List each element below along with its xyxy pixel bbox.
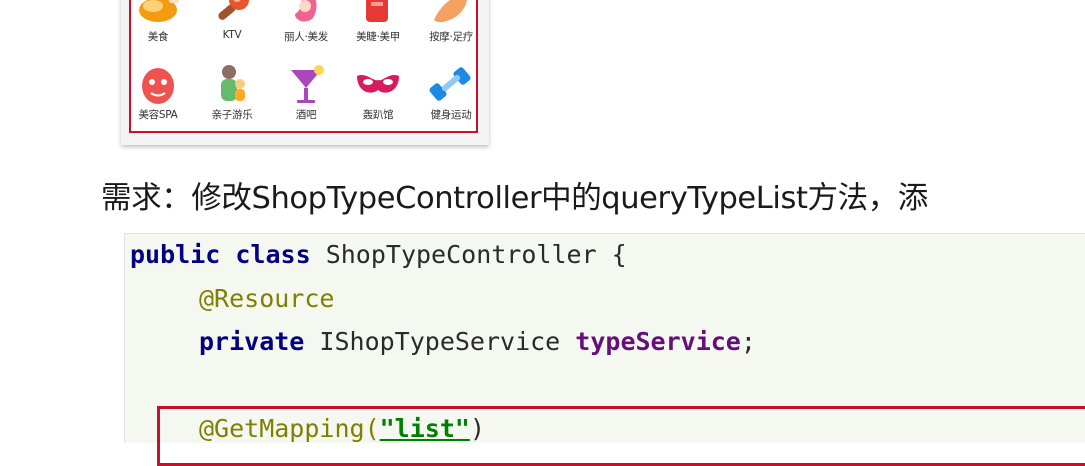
getmapping-annotation: @GetMapping( — [199, 414, 380, 443]
code-line-class-decl: public class ShopTypeController { — [130, 240, 627, 269]
category-item[interactable]: 美容SPA — [125, 62, 191, 122]
field-name: typeService — [575, 327, 741, 356]
category-label: 美食 — [147, 31, 169, 43]
category-label: 轰趴馆 — [362, 109, 394, 121]
parent-child-icon — [221, 65, 245, 101]
code-line-resource: @Resource — [199, 284, 334, 313]
field-type: IShopTypeService — [304, 327, 576, 356]
keyword-public: public — [130, 240, 221, 269]
code-line-getmapping: @GetMapping("list") — [199, 414, 485, 443]
category-label: 酒吧 — [295, 109, 317, 121]
category-item[interactable]: 亲子游乐 — [199, 62, 265, 122]
category-item[interactable]: 轰趴馆 — [345, 62, 411, 122]
microphone-icon — [218, 0, 249, 20]
category-item[interactable]: 健身运动 — [418, 62, 484, 122]
roast-chicken-icon — [139, 0, 179, 22]
category-label: 美容SPA — [138, 109, 178, 121]
category-item[interactable]: 美食 — [125, 0, 191, 44]
semicolon: ; — [740, 327, 756, 356]
category-item[interactable]: 按摩·足疗 — [418, 0, 484, 44]
category-label: 健身运动 — [430, 109, 472, 121]
cocktail-icon — [291, 65, 324, 103]
mapping-path-string: "list" — [379, 414, 470, 443]
category-item[interactable]: 美睫·美甲 — [345, 0, 411, 44]
resource-annotation: @Resource — [199, 284, 335, 313]
dumbbell-icon — [429, 67, 471, 101]
requirement-text: 需求：修改ShopTypeController中的queryTypeList方法… — [101, 181, 928, 216]
code-line-field: private IShopTypeService typeService; — [199, 327, 756, 356]
face-mask-icon — [142, 68, 174, 104]
category-label: 丽人·美发 — [284, 31, 328, 43]
category-label: 亲子游乐 — [211, 109, 253, 121]
keyword-private: private — [199, 327, 305, 356]
category-item[interactable]: KTV — [199, 0, 265, 41]
hair-salon-icon — [295, 0, 317, 22]
party-mask-icon — [357, 75, 399, 93]
category-label: 按摩·足疗 — [429, 31, 473, 43]
closing-paren: ) — [469, 414, 485, 443]
class-name: ShopTypeController { — [310, 240, 627, 269]
foot-massage-icon — [434, 0, 467, 23]
category-item[interactable]: 丽人·美发 — [273, 0, 339, 44]
category-label: 美睫·美甲 — [356, 31, 400, 43]
keyword-class: class — [235, 240, 311, 269]
nail-polish-icon — [366, 0, 388, 22]
category-label: KTV — [222, 29, 242, 41]
category-item[interactable]: 酒吧 — [273, 62, 339, 122]
